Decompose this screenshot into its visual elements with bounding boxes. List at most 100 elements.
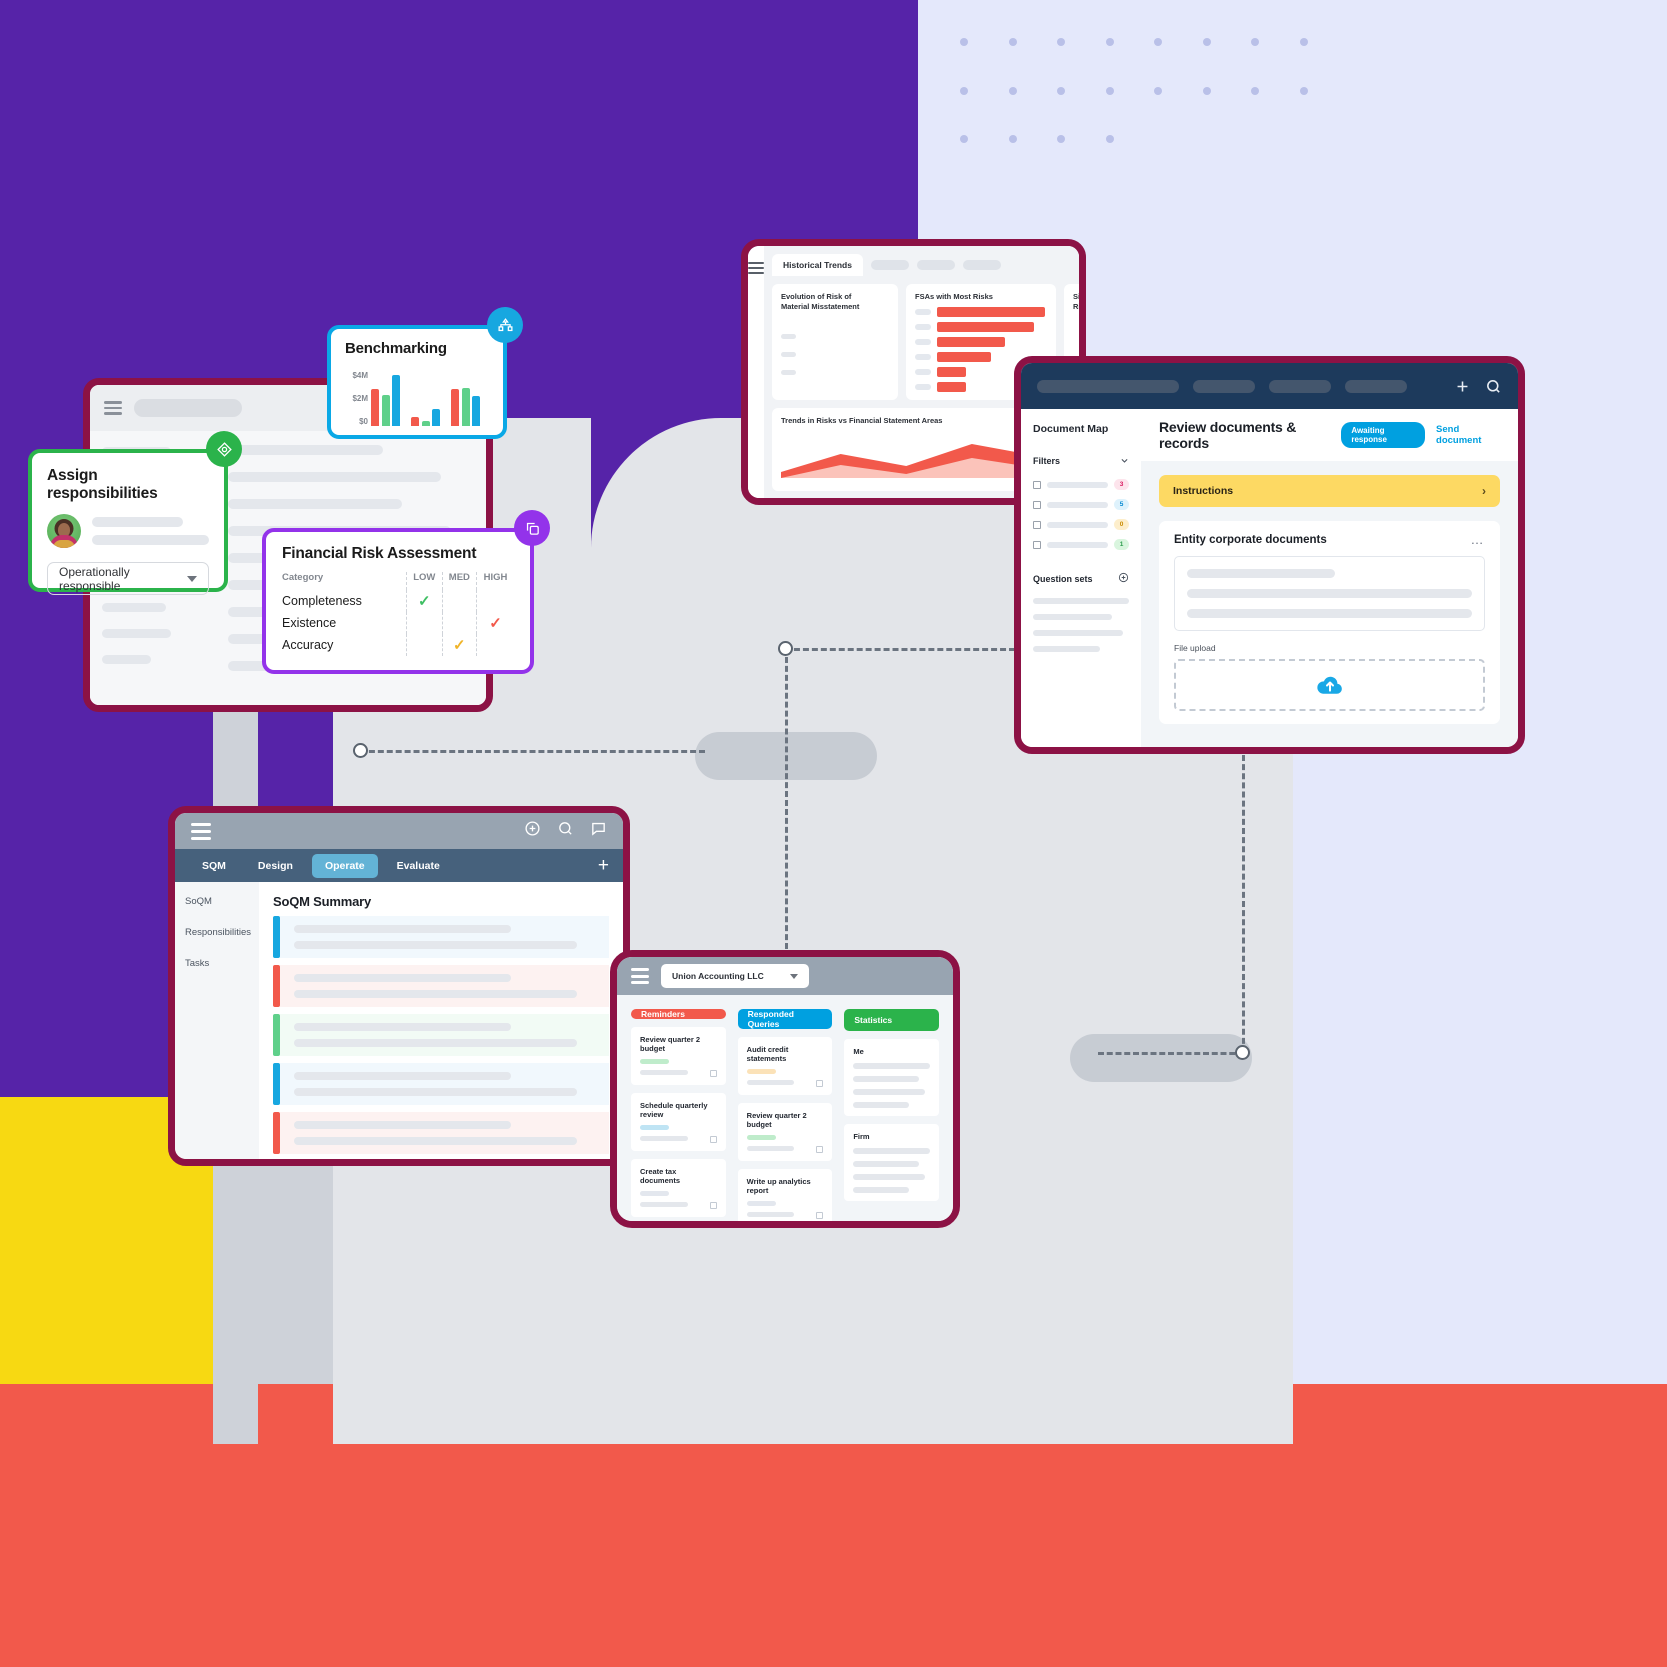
docs-body: Document Map Filters 3 5 0 1 Question sets [1021,409,1518,747]
chevron-down-icon[interactable] [1120,452,1129,470]
filter-row[interactable]: 3 [1033,479,1129,490]
risk-cell [441,590,477,612]
plus-icon[interactable]: + [598,856,609,875]
question-sets-list[interactable] [1033,598,1129,652]
tab-placeholder-3[interactable] [962,260,1001,270]
organization-select[interactable]: Union Accounting LLC [661,964,809,988]
filter-rows[interactable]: 3 5 0 1 [1033,479,1129,550]
list-item[interactable]: Review quarter 2 budget [737,1103,833,1161]
nav-placeholder-logo[interactable] [1037,379,1179,393]
list-item[interactable]: Schedule quarterly review [631,1093,726,1151]
comment-icon[interactable] [816,1146,824,1153]
docs-sidebar[interactable]: Document Map Filters 3 5 0 1 Question sets [1021,409,1141,747]
sidebar-item-tasks[interactable]: Tasks [185,958,249,969]
tab-operate[interactable]: Operate [311,853,378,878]
tab-placeholder-1[interactable] [870,260,909,270]
trends-tab-bar[interactable]: Historical Trends [764,246,1079,276]
plus-circle-icon[interactable] [1118,570,1129,588]
diamond-target-icon [206,431,242,467]
bar [451,388,459,426]
filters-header[interactable]: Filters [1033,452,1129,470]
responsibility-select[interactable]: Operationally responsible [47,562,209,595]
list-item[interactable] [273,965,609,1007]
sidebar-item-soqm[interactable]: SoQM [185,896,249,907]
hamburger-icon[interactable] [748,262,764,498]
soqm-row-list[interactable] [273,916,609,1159]
dot [1008,86,1017,95]
list-item[interactable] [273,1014,609,1056]
comment-icon[interactable] [709,1136,717,1143]
file-dropzone[interactable] [1174,659,1485,711]
comment-icon[interactable] [709,1202,717,1209]
bar-label-placeholder [915,324,931,331]
soqm-tab-bar[interactable]: SQM Design Operate Evaluate + [175,849,623,882]
comment-icon[interactable] [816,1080,824,1087]
list-item[interactable]: Audit credit statements [631,1225,726,1228]
search-icon[interactable] [557,820,574,842]
list-item[interactable]: Review quarter 2 budget [631,1027,726,1085]
list-item[interactable]: Write up analytics report [737,1169,833,1221]
sidebar-item-responsibilities[interactable]: Responsibilities [185,927,251,938]
filter-row[interactable]: 0 [1033,519,1129,530]
window-soqm[interactable]: SQM Design Operate Evaluate + SoQM Responsibi… [168,806,630,1166]
list-item[interactable] [273,1063,609,1105]
list-item[interactable] [273,1112,609,1154]
bar [937,307,1045,318]
flow-endpoint-3 [1235,1045,1250,1060]
search-icon[interactable] [1485,378,1502,395]
filter-checkbox[interactable] [1033,500,1041,509]
send-document-button[interactable]: Send document [1436,424,1500,446]
question-sets-header[interactable]: Question sets [1033,570,1129,588]
filter-label-placeholder [1047,541,1108,548]
filter-checkbox[interactable] [1033,520,1041,529]
docs-navbar [1021,363,1518,409]
add-circle-icon[interactable] [524,820,541,842]
plus-icon[interactable] [1454,378,1471,395]
filter-row[interactable]: 1 [1033,539,1129,550]
ellipsis-icon[interactable]: … [1471,533,1486,546]
tab-evaluate[interactable]: Evaluate [384,854,453,878]
column-header[interactable]: Reminders [631,1009,726,1019]
card-assign-responsibilities[interactable]: Assign responsibilities Operationally re… [28,431,242,595]
list-item[interactable]: Create tax documents [631,1159,726,1217]
dot [1057,86,1065,95]
chat-icon[interactable] [590,820,607,842]
column-header[interactable]: Responded Queries [737,1009,833,1029]
instructions-banner[interactable]: Instructions › [1159,475,1500,507]
hamburger-icon[interactable] [631,968,649,984]
list-item[interactable]: Audit credit statements [737,1037,833,1095]
tab-sqm[interactable]: SQM [189,854,239,878]
filter-checkbox[interactable] [1033,540,1041,549]
table-row[interactable]: Existence ✓ [282,612,514,634]
tab-design[interactable]: Design [245,854,306,878]
tab-historical-trends[interactable]: Historical Trends [772,254,863,276]
filter-row[interactable]: 5 [1033,499,1129,510]
risk-cell: ✓ [441,634,477,656]
window-review-documents[interactable]: Document Map Filters 3 5 0 1 Question sets [1014,356,1525,754]
table-row[interactable]: Accuracy ✓ [282,634,514,656]
hamburger-icon[interactable] [104,401,122,415]
nav-placeholder-1[interactable] [1193,379,1255,393]
window-tablet-board[interactable]: Union Accounting LLC Reminders Review qua… [610,950,960,1228]
bar [472,396,480,426]
hamburger-icon[interactable] [191,822,211,840]
comment-icon[interactable] [709,1070,717,1077]
card-benchmarking[interactable]: Benchmarking $0 $2M $4M [327,307,523,439]
column-header[interactable]: Statistics [844,1009,940,1031]
card-financial-risk-assessment[interactable]: Financial Risk Assessment Category LOW MED… [262,510,550,674]
tab-placeholder-2[interactable] [916,260,955,270]
soqm-side-nav[interactable]: SoQM Responsibilities Tasks [175,882,259,1159]
chart-nodes-icon [487,307,523,343]
card-tag [640,1125,670,1130]
risk-col-header: LOW [405,572,443,590]
nav-placeholder-2[interactable] [1269,379,1331,393]
row-body [280,1112,609,1154]
table-row[interactable]: Completeness ✓ [282,590,514,612]
comment-icon[interactable] [816,1212,824,1219]
nav-placeholder-3[interactable] [1345,379,1407,393]
bar [937,322,1035,333]
entity-documents-panel[interactable]: Entity corporate documents … File upload [1159,521,1500,724]
filter-checkbox[interactable] [1033,480,1041,489]
list-item[interactable] [273,916,609,958]
search-pill-placeholder[interactable] [134,399,242,417]
